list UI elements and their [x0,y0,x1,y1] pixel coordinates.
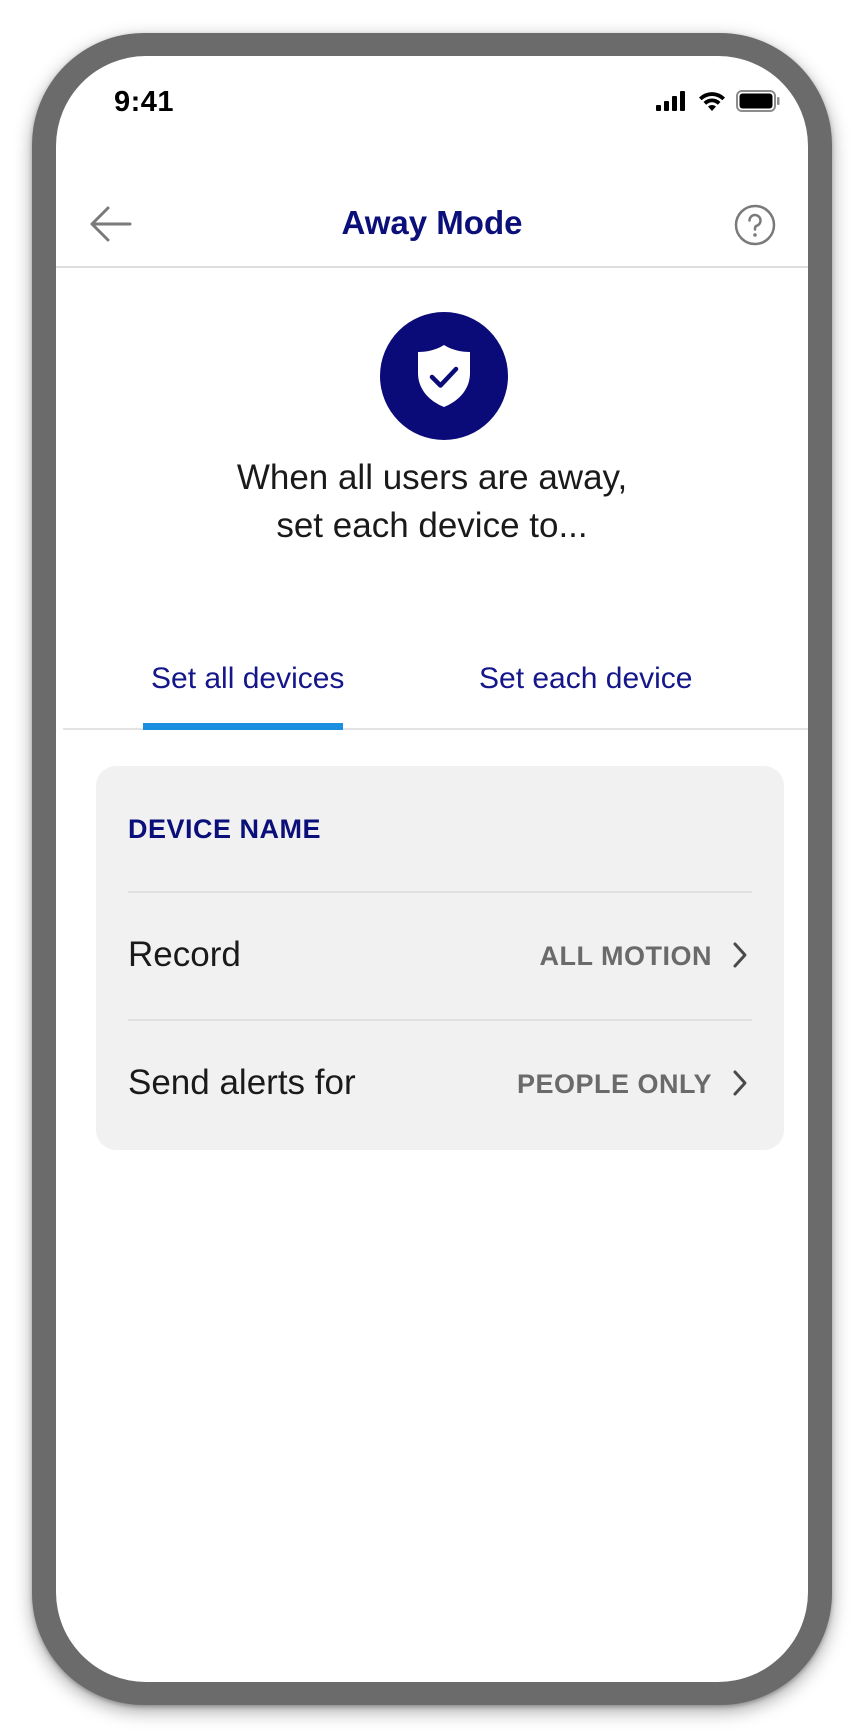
battery-icon [736,90,780,112]
app-screen: 9:41 Away Mode When all users are away, … [56,56,808,1682]
tab-set-each-device[interactable]: Set each device [479,662,692,696]
device-name-heading: DEVICE NAME [128,814,322,844]
question-circle-icon [734,204,776,246]
chevron-right-icon [733,942,747,968]
help-button[interactable] [734,204,776,246]
record-setting-row[interactable]: Record ALL MOTION [128,891,752,1020]
tab-set-all-devices[interactable]: Set all devices [151,662,344,696]
phone-frame: 9:41 Away Mode When all users are away, … [32,33,832,1705]
send-alerts-value: PEOPLE ONLY [516,1069,712,1099]
cellular-signal-icon [656,91,685,111]
hero-line-1: When all users are away, [236,458,628,497]
active-tab-indicator [143,723,343,730]
page-title: Away Mode [341,204,523,241]
record-label: Record [128,935,241,974]
record-value: ALL MOTION [539,941,712,971]
mode-tabs: Set all devices Set each device [63,636,808,730]
wifi-icon [699,91,725,111]
send-alerts-label: Send alerts for [128,1063,356,1102]
status-time: 9:41 [114,86,175,118]
shield-check-icon [418,345,470,407]
device-settings-card: DEVICE NAME Record ALL MOTION Send alert… [96,766,784,1150]
away-mode-badge [380,312,508,440]
send-alerts-setting-row[interactable]: Send alerts for PEOPLE ONLY [128,1019,752,1148]
hero-line-2: set each device to... [276,506,588,545]
chevron-right-icon [733,1070,747,1096]
hero-description: When all users are away, set each device… [56,454,808,550]
nav-header: Away Mode [56,176,808,268]
status-icons [656,90,780,112]
